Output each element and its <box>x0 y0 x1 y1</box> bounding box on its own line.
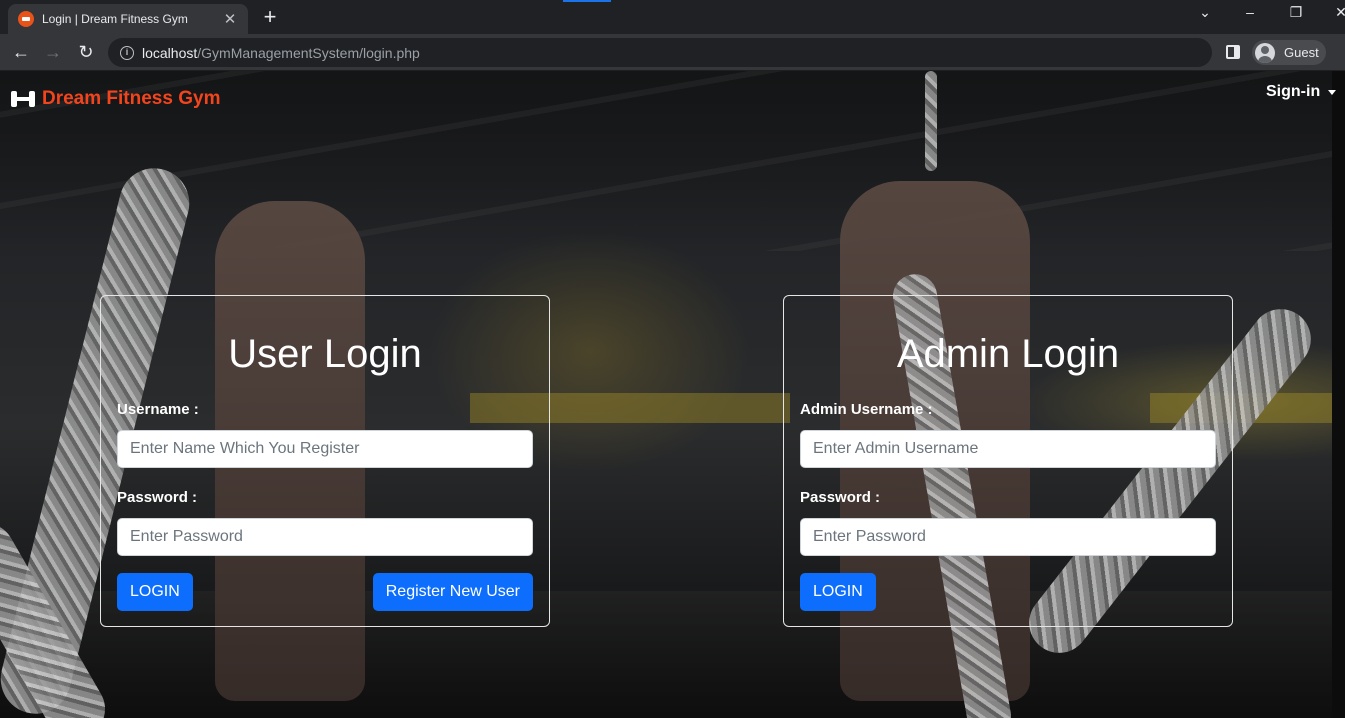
tab-title: Login | Dream Fitness Gym <box>42 12 188 26</box>
browser-toolbar: ← → ↻ i localhost/GymManagementSystem/lo… <box>0 34 1345 71</box>
admin-login-button[interactable]: LOGIN <box>800 573 876 611</box>
admin-login-title: Admin Login <box>896 332 1120 376</box>
url-host: localhost <box>142 44 198 61</box>
signin-dropdown[interactable]: Sign-in <box>1266 83 1337 101</box>
username-input[interactable] <box>117 430 533 468</box>
dumbbell-icon <box>11 89 35 109</box>
back-arrow-icon[interactable]: ← <box>10 41 32 63</box>
minimize-icon[interactable]: – <box>1235 4 1265 20</box>
admin-password-label: Password : <box>800 489 881 506</box>
restore-icon[interactable]: ❐ <box>1281 4 1311 21</box>
browser-menu-icon[interactable]: ⋮ <box>1338 39 1345 55</box>
register-new-user-button[interactable]: Register New User <box>372 573 533 611</box>
navbar-brand[interactable]: Dream Fitness Gym <box>11 88 220 110</box>
browser-tabstrip: Login | Dream Fitness Gym ✕ + ⌄ – ❐ ✕ <box>0 0 1345 34</box>
user-login-title: User Login <box>228 332 422 376</box>
address-bar[interactable]: i localhost/GymManagementSystem/login.ph… <box>108 38 1212 67</box>
admin-username-label: Admin Username : <box>800 401 933 418</box>
profile-name: Guest <box>1284 45 1319 60</box>
password-input[interactable] <box>117 518 533 556</box>
admin-login-card: Admin Login Admin Username : Password : … <box>783 295 1233 627</box>
tab-close-icon[interactable]: ✕ <box>222 10 238 28</box>
gym-favicon-icon <box>18 11 34 27</box>
signin-label: Sign-in <box>1266 83 1321 100</box>
password-label: Password : <box>117 489 198 506</box>
user-login-card: User Login Username : Password : LOGIN R… <box>100 295 550 627</box>
user-login-button[interactable]: LOGIN <box>117 573 193 611</box>
caret-down-icon <box>1328 89 1337 95</box>
username-label: Username : <box>117 401 199 418</box>
new-tab-icon[interactable]: + <box>258 6 282 30</box>
window-close-icon[interactable]: ✕ <box>1326 4 1345 21</box>
tab-loading-indicator <box>563 0 611 2</box>
page-scrollbar[interactable] <box>1332 71 1345 718</box>
url-path: /GymManagementSystem/login.php <box>197 44 420 61</box>
admin-username-input[interactable] <box>800 430 1216 468</box>
avatar-icon <box>1255 42 1275 63</box>
admin-password-input[interactable] <box>800 518 1216 556</box>
reload-icon[interactable]: ↻ <box>75 41 97 63</box>
browser-tab[interactable]: Login | Dream Fitness Gym ✕ <box>8 4 248 34</box>
forward-arrow-icon[interactable]: → <box>42 41 64 63</box>
brand-name: Dream Fitness Gym <box>42 88 221 109</box>
user-login-actions: LOGIN Register New User <box>117 573 533 611</box>
side-panel-icon[interactable] <box>1226 45 1240 59</box>
background-hanging-rope <box>925 71 937 171</box>
tab-search-chevron-icon[interactable]: ⌄ <box>1190 4 1220 21</box>
admin-login-actions: LOGIN <box>800 573 1216 611</box>
site-info-icon[interactable]: i <box>120 45 134 60</box>
profile-button[interactable]: Guest <box>1252 40 1326 65</box>
login-page: Dream Fitness Gym Sign-in User Login Use… <box>0 71 1345 718</box>
